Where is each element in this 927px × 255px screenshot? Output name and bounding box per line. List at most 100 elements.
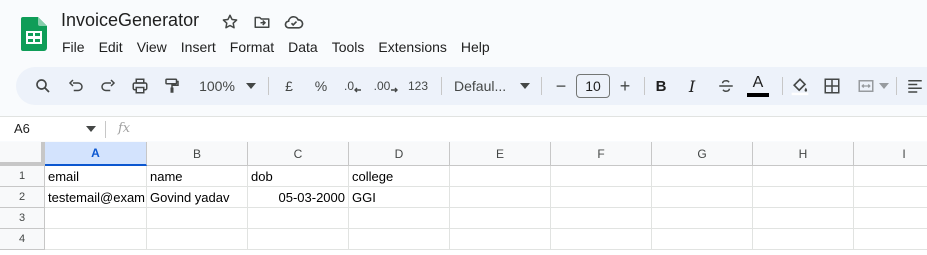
menu-help[interactable]: Help (454, 37, 497, 57)
cloud-status-icon[interactable] (284, 12, 304, 32)
name-box[interactable]: A6 (14, 121, 30, 136)
move-to-folder-icon[interactable] (252, 12, 272, 32)
cell-c4[interactable] (248, 229, 349, 250)
horizontal-align-icon[interactable] (905, 67, 925, 105)
cell-i1[interactable] (854, 166, 927, 187)
merge-cells-icon[interactable] (856, 67, 876, 105)
strikethrough-icon[interactable] (715, 67, 737, 105)
cell-g3[interactable] (652, 208, 753, 229)
text-color-button[interactable]: A (746, 67, 770, 105)
cell-d4[interactable] (349, 229, 450, 250)
row-header-3[interactable]: 3 (0, 208, 45, 229)
column-header-c[interactable]: C (248, 142, 349, 166)
zoom-dropdown-icon[interactable] (244, 67, 258, 105)
increase-font-size-button[interactable]: + (616, 67, 634, 105)
toolbar-divider (782, 77, 783, 95)
increase-decimal-button[interactable]: .00 (372, 67, 400, 105)
cell-e1[interactable] (450, 166, 551, 187)
cell-i4[interactable] (854, 229, 927, 250)
row-header-4[interactable]: 4 (0, 229, 45, 250)
sheets-logo-icon[interactable] (21, 17, 47, 51)
column-header-i[interactable]: I (854, 142, 927, 166)
menu-file[interactable]: File (55, 37, 92, 57)
borders-icon[interactable] (821, 67, 843, 105)
column-header-f[interactable]: F (551, 142, 652, 166)
cell-d2[interactable]: GGI (349, 187, 450, 208)
star-icon[interactable] (220, 12, 240, 32)
cell-a4[interactable] (45, 229, 147, 250)
menu-tools[interactable]: Tools (325, 37, 372, 57)
cell-e2[interactable] (450, 187, 551, 208)
cell-i3[interactable] (854, 208, 927, 229)
cell-b3[interactable] (147, 208, 248, 229)
cell-i2[interactable] (854, 187, 927, 208)
document-title[interactable]: InvoiceGenerator (61, 10, 199, 31)
cell-a1[interactable]: email (45, 166, 147, 187)
column-header-b[interactable]: B (147, 142, 248, 166)
cell-a3[interactable] (45, 208, 147, 229)
menu-extensions[interactable]: Extensions (371, 37, 453, 57)
menu-format[interactable]: Format (223, 37, 281, 57)
search-icon[interactable] (32, 67, 54, 105)
cell-h4[interactable] (753, 229, 854, 250)
font-dropdown-icon[interactable] (519, 67, 531, 105)
cell-f1[interactable] (551, 166, 652, 187)
cell-d3[interactable] (349, 208, 450, 229)
row-header-1[interactable]: 1 (0, 166, 45, 187)
cell-e4[interactable] (450, 229, 551, 250)
column-header-a[interactable]: A (45, 142, 147, 166)
toolbar-divider (644, 77, 645, 95)
column-header-e[interactable]: E (450, 142, 551, 166)
decrease-decimal-button[interactable]: .0 (340, 67, 366, 105)
cell-b1[interactable]: name (147, 166, 248, 187)
formula-input[interactable] (145, 121, 915, 138)
toolbar-divider (541, 77, 542, 95)
cell-d1[interactable]: college (349, 166, 450, 187)
menu-edit[interactable]: Edit (92, 37, 130, 57)
column-header-h[interactable]: H (753, 142, 854, 166)
column-header-d[interactable]: D (349, 142, 450, 166)
toolbar-divider (441, 77, 442, 95)
more-formats-button[interactable]: 123 (406, 67, 430, 105)
cell-a2[interactable]: testemail@exam (45, 187, 147, 208)
merge-dropdown-icon[interactable] (878, 67, 890, 105)
cell-f4[interactable] (551, 229, 652, 250)
percent-format-button[interactable]: % (312, 67, 330, 105)
menu-insert[interactable]: Insert (174, 37, 223, 57)
cell-g4[interactable] (652, 229, 753, 250)
cell-h1[interactable] (753, 166, 854, 187)
fill-color-icon[interactable] (789, 67, 811, 105)
row-header-2[interactable]: 2 (0, 187, 45, 208)
cell-e3[interactable] (450, 208, 551, 229)
cell-f2[interactable] (551, 187, 652, 208)
cell-b2[interactable]: Govind yadav (147, 187, 248, 208)
decrease-font-size-button[interactable]: − (552, 67, 570, 105)
select-all-corner[interactable] (0, 142, 45, 166)
undo-icon[interactable] (65, 67, 87, 105)
italic-button[interactable]: I (683, 67, 701, 105)
cell-g1[interactable] (652, 166, 753, 187)
bold-button[interactable]: B (652, 67, 670, 105)
font-family-select[interactable]: Defaul... (454, 67, 514, 105)
name-box-dropdown-icon[interactable] (86, 126, 96, 132)
currency-format-button[interactable]: £ (280, 67, 298, 105)
menu-view[interactable]: View (130, 37, 174, 57)
zoom-select[interactable]: 100% (196, 67, 238, 105)
redo-icon[interactable] (97, 67, 119, 105)
toolbar-divider (896, 77, 897, 95)
cell-b4[interactable] (147, 229, 248, 250)
menu-data[interactable]: Data (281, 37, 325, 57)
formula-bar-divider (105, 121, 106, 138)
increase-decimal-label: .00 (373, 79, 391, 93)
cell-g2[interactable] (652, 187, 753, 208)
cell-h3[interactable] (753, 208, 854, 229)
print-icon[interactable] (129, 67, 151, 105)
cell-c2[interactable]: 05-03-2000 (248, 187, 349, 208)
font-size-input[interactable]: 10 (576, 74, 610, 98)
cell-h2[interactable] (753, 187, 854, 208)
cell-c1[interactable]: dob (248, 166, 349, 187)
cell-f3[interactable] (551, 208, 652, 229)
cell-c3[interactable] (248, 208, 349, 229)
paint-format-icon[interactable] (161, 67, 183, 105)
column-header-g[interactable]: G (652, 142, 753, 166)
